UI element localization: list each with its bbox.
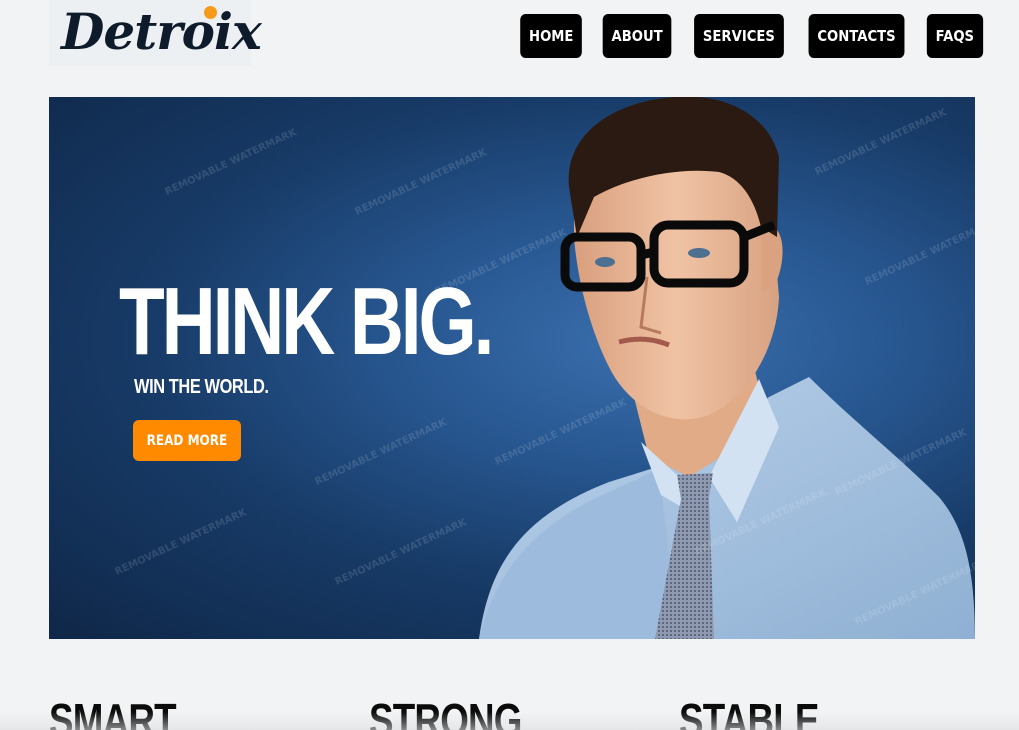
- read-more-button[interactable]: READ MORE: [133, 420, 241, 461]
- nav-home-label: HOME: [528, 27, 574, 45]
- hero-subtitle: WIN THE WORLD.: [134, 376, 269, 398]
- nav-faqs-button[interactable]: FAQS: [927, 14, 984, 58]
- nav-services-label: SERVICES: [703, 27, 776, 45]
- logo-text: Detroix: [61, 2, 262, 61]
- nav-contacts-button[interactable]: CONTACTS: [808, 14, 905, 58]
- nav-services-button[interactable]: SERVICES: [694, 14, 785, 58]
- logo-dot: [204, 6, 217, 19]
- main-nav: HOME ABOUT SERVICES CONTACTS FAQS: [516, 14, 987, 58]
- hero-title: THINK BIG.: [119, 268, 494, 375]
- nav-contacts-label: CONTACTS: [817, 27, 896, 45]
- bottom-shadow: [0, 712, 1019, 730]
- site-logo[interactable]: Detroix: [49, 0, 262, 66]
- page: Detroix HOME ABOUT SERVICES CONTACTS FAQ…: [0, 0, 1019, 730]
- nav-about-button[interactable]: ABOUT: [602, 14, 672, 58]
- nav-about-label: ABOUT: [611, 27, 663, 45]
- read-more-label: READ MORE: [146, 432, 228, 449]
- nav-faqs-label: FAQS: [935, 27, 975, 45]
- nav-home-button[interactable]: HOME: [519, 14, 582, 58]
- hero-banner: REMOVABLE WATERMARK REMOVABLE WATERMARK …: [49, 97, 975, 639]
